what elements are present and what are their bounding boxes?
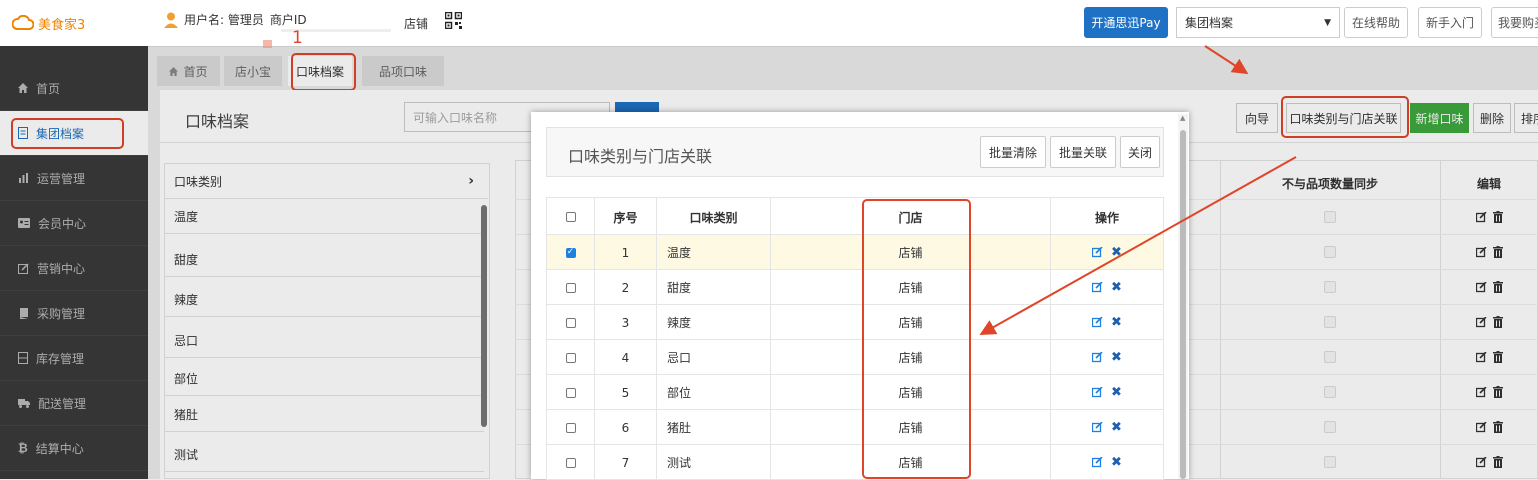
- arrow-to-toolbar: [1204, 45, 1249, 75]
- arrow-to-store-column: [979, 156, 1297, 335]
- annotation-arrows: [979, 45, 1297, 335]
